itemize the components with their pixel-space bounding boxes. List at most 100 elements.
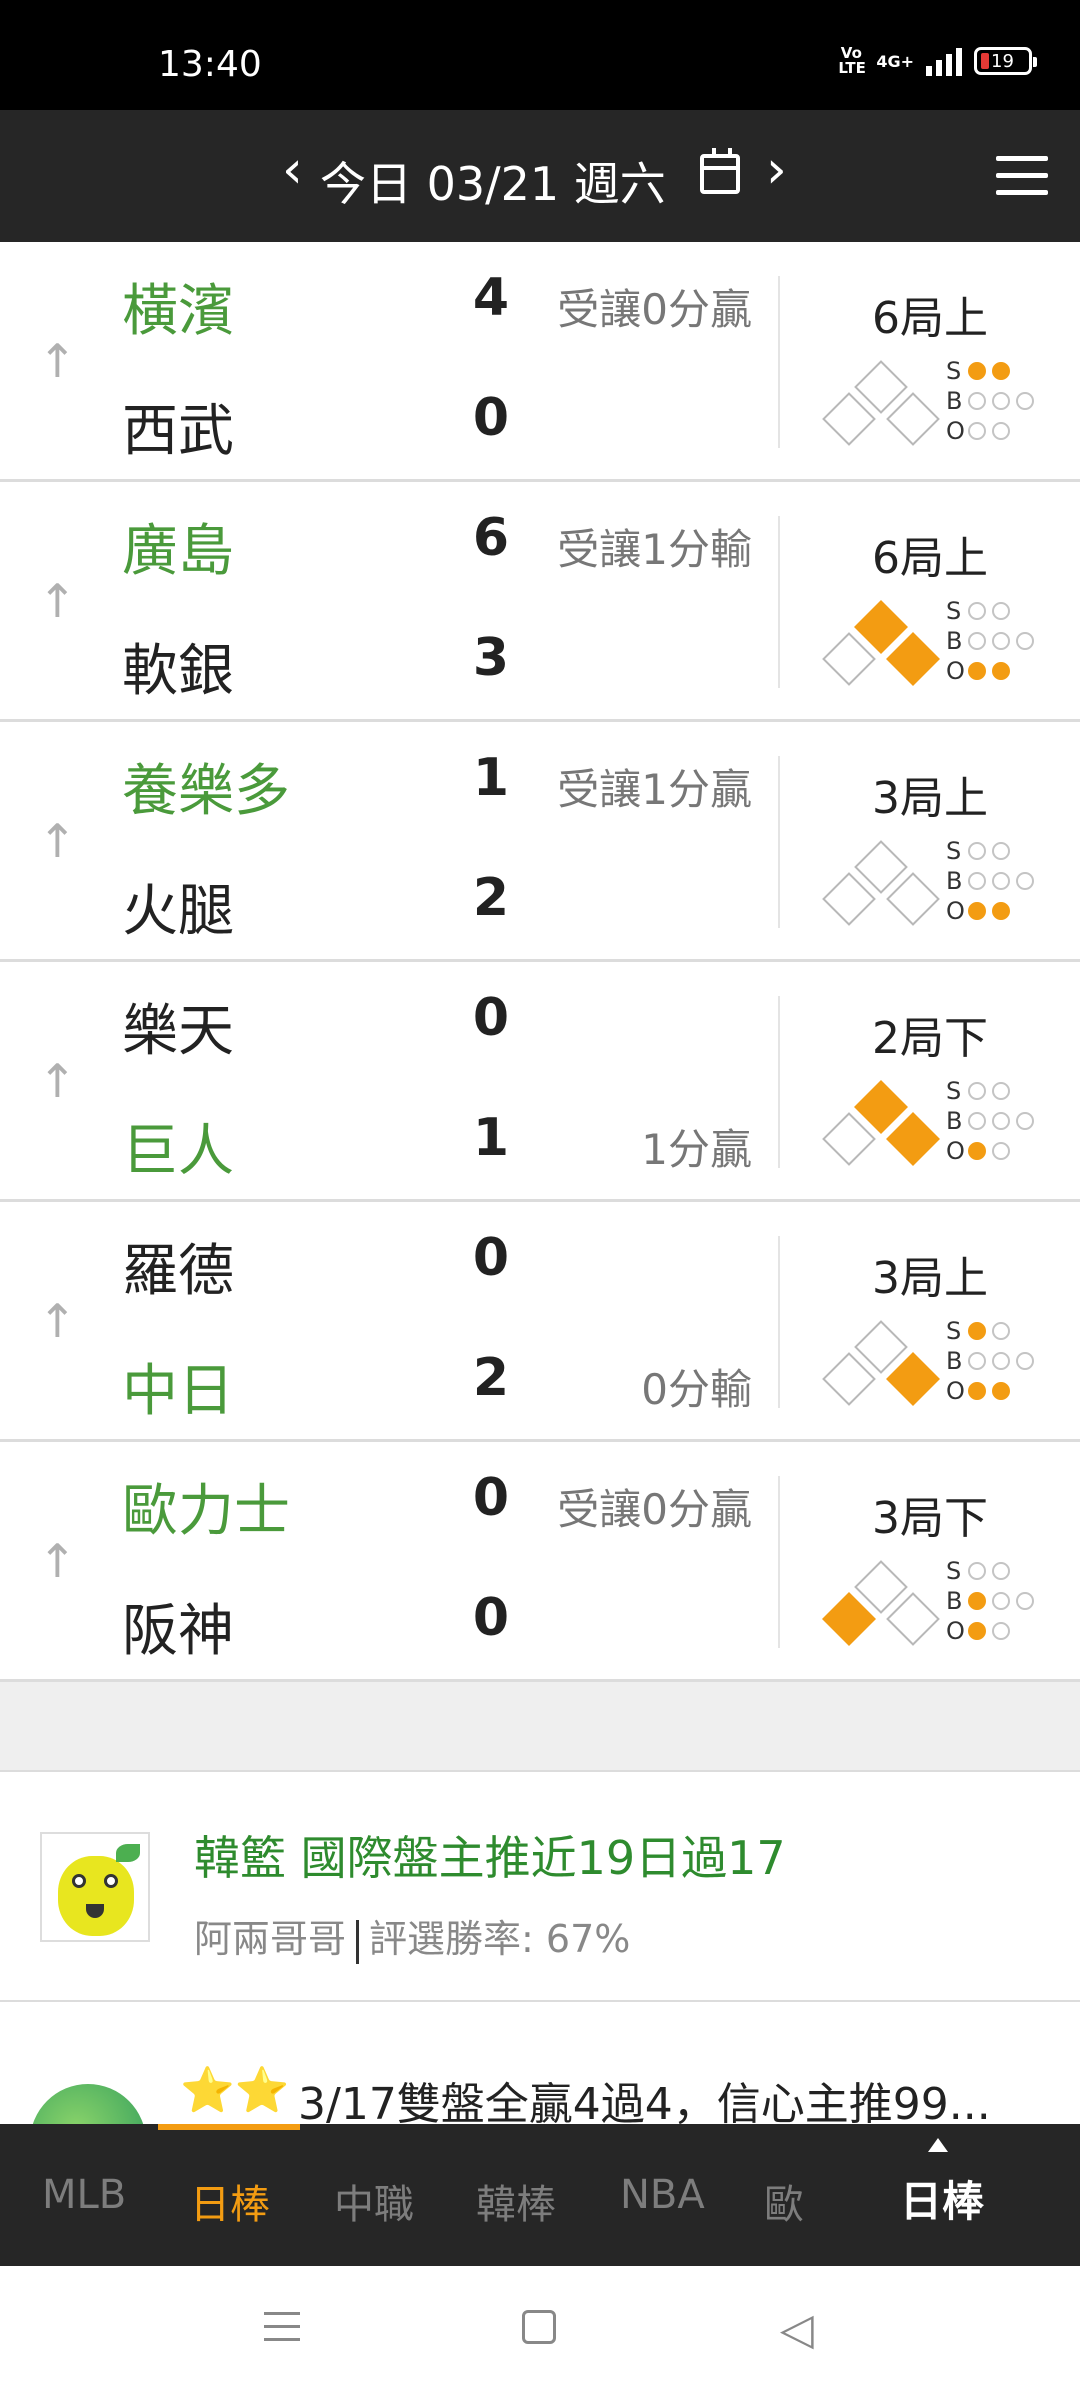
count-label: O [946, 897, 965, 925]
battery-level: 19 [991, 50, 1014, 72]
game-row[interactable]: ↑ 歐力士 0 受讓0分贏 阪神 0 3局下 S B O [0, 1442, 1080, 1682]
divider [778, 996, 780, 1168]
inning-status: 6局上 [872, 293, 988, 344]
count-dot [992, 1142, 1010, 1160]
active-tab-indicator [158, 2124, 300, 2130]
count-label: O [946, 417, 965, 445]
away-score: 1 [472, 748, 510, 808]
sbo-count: SBO [946, 1316, 1056, 1406]
count-row: B [946, 1346, 1056, 1376]
count-dot [968, 1562, 986, 1580]
avatar [30, 2084, 146, 2124]
tab-kbo[interactable]: 韓棒 [476, 2172, 556, 2230]
up-arrow-icon[interactable]: ↑ [38, 1534, 77, 1588]
count-dot [968, 632, 986, 650]
article-title[interactable]: 3/17雙盤全贏4過4，信心主推99... [298, 2068, 991, 2124]
article-card[interactable]: ⭐⭐ 3/17雙盤全贏4過4，信心主推99... [0, 2002, 1080, 2124]
count-dot [968, 662, 986, 680]
bases-diamond [822, 600, 942, 690]
count-dot [992, 1082, 1010, 1100]
game-row[interactable]: ↑ 羅德 0 中日 2 0分輸 3局上 S B O [0, 1202, 1080, 1442]
count-label: B [946, 627, 963, 655]
up-arrow-icon[interactable]: ↑ [38, 574, 77, 628]
odds-top: 受讓1分贏 [557, 765, 752, 814]
game-row[interactable]: ↑ 樂天 0 巨人 1 1分贏 2局下 S B O [0, 962, 1080, 1202]
count-label: O [946, 1137, 965, 1165]
star-icon: ⭐⭐ [180, 2065, 290, 2116]
previous-day-button[interactable]: ‹ [282, 140, 303, 200]
home-icon[interactable] [522, 2310, 556, 2344]
game-row[interactable]: ↑ 養樂多 1 受讓1分贏 火腿 2 3局上 S B O [0, 722, 1080, 962]
count-dot [968, 902, 986, 920]
count-dot [968, 872, 986, 890]
inning-status: 3局上 [872, 1253, 988, 1304]
up-arrow-icon[interactable]: ↑ [38, 1054, 77, 1108]
bases-diamond [822, 840, 942, 930]
divider [778, 516, 780, 688]
count-row: S [946, 1076, 1056, 1106]
divider [778, 1236, 780, 1408]
count-dot [992, 1592, 1010, 1610]
home-team: 火腿 [122, 879, 234, 944]
game-row[interactable]: ↑ 橫濱 4 受讓0分贏 西武 0 6局上 S B O [0, 242, 1080, 482]
count-dot [968, 1592, 986, 1610]
tab-nba[interactable]: NBA [620, 2172, 705, 2218]
up-arrow-icon[interactable]: ↑ [38, 814, 77, 868]
count-dot [968, 1082, 986, 1100]
up-arrow-icon[interactable]: ↑ [38, 334, 77, 388]
calendar-icon[interactable] [700, 148, 740, 194]
back-icon[interactable]: ◁ [780, 2304, 814, 2355]
count-label: B [946, 1587, 963, 1615]
away-team: 橫濱 [122, 279, 234, 344]
count-label: O [946, 657, 965, 685]
tab-cpbl[interactable]: 中職 [334, 2172, 414, 2230]
count-dot [992, 362, 1010, 380]
game-row[interactable]: ↑ 廣島 6 受讓1分輸 軟銀 3 6局上 S B O [0, 482, 1080, 722]
count-label: S [946, 1317, 962, 1345]
count-dot [968, 392, 986, 410]
tab-npb[interactable]: 日棒 [190, 2172, 270, 2230]
count-row: B [946, 1586, 1056, 1616]
count-row: O [946, 656, 1056, 686]
tab-mlb[interactable]: MLB [42, 2172, 126, 2218]
status-icons: Vo LTE 4G+ 19 [838, 46, 1037, 76]
count-row: O [946, 1376, 1056, 1406]
inning-status: 6局上 [872, 533, 988, 584]
home-team: 軟銀 [122, 639, 234, 704]
menu-icon[interactable] [996, 156, 1048, 196]
odds-top: 受讓1分輸 [557, 525, 752, 574]
recent-apps-icon[interactable] [264, 2312, 300, 2351]
next-day-button[interactable]: › [766, 140, 787, 200]
count-dot [992, 392, 1010, 410]
count-dot [968, 1382, 986, 1400]
up-arrow-icon[interactable]: ↑ [38, 1294, 77, 1348]
count-row: S [946, 1556, 1056, 1586]
article-card[interactable]: 韓籃 國際盤主推近19日過17 阿兩哥哥 評選勝率: 67% [0, 1772, 1080, 2002]
away-team: 歐力士 [122, 1479, 290, 1544]
home-score: 0 [472, 1588, 510, 1648]
avatar [40, 1832, 150, 1942]
count-row: O [946, 1136, 1056, 1166]
home-score: 2 [472, 1348, 510, 1408]
home-team: 中日 [122, 1359, 234, 1424]
away-score: 4 [472, 268, 510, 328]
home-team: 阪神 [122, 1599, 234, 1664]
network-type: 4G+ [876, 51, 914, 71]
date-header: ‹ 今日 03/21 週六 › [0, 110, 1080, 242]
author-name: 阿兩哥哥 [194, 1917, 347, 1961]
count-dot [968, 1352, 986, 1370]
count-dot [1016, 1112, 1034, 1130]
current-date: 今日 03/21 週六 [320, 157, 666, 211]
odds-bottom: 0分輸 [641, 1365, 752, 1414]
tab-euro[interactable]: 歐 [764, 2172, 804, 2230]
count-row: S [946, 836, 1056, 866]
count-dot [968, 362, 986, 380]
sbo-count: SBO [946, 356, 1056, 446]
count-row: B [946, 1106, 1056, 1136]
article-title[interactable]: 韓籃 國際盤主推近19日過17 [194, 1822, 786, 1888]
current-league-button[interactable]: 日棒 [900, 2168, 984, 2229]
count-dot [992, 602, 1010, 620]
meta-divider [356, 1919, 360, 1964]
count-label: S [946, 357, 962, 385]
away-score: 0 [472, 988, 510, 1048]
